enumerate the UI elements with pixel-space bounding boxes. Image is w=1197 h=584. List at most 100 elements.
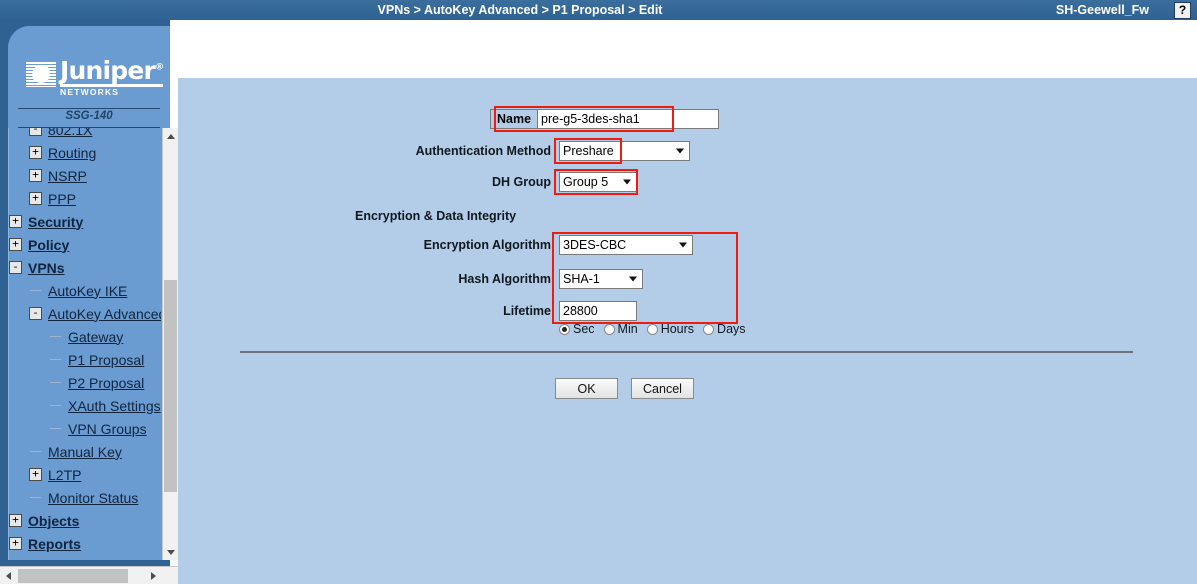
sidebar-item-autokey-ike[interactable]: AutoKey IKE bbox=[9, 279, 161, 302]
scroll-right-icon[interactable] bbox=[145, 567, 161, 584]
juniper-ssg-webui: VPNs > AutoKey Advanced > P1 Proposal > … bbox=[0, 0, 1197, 584]
lifetime-unit-sec[interactable]: Sec bbox=[559, 322, 595, 336]
hash-algorithm-select[interactable]: SHA-1 bbox=[559, 269, 643, 289]
lifetime-unit-radio-group: Sec Min Hours Days bbox=[559, 322, 746, 336]
ok-button[interactable]: OK bbox=[555, 378, 618, 399]
top-header-bar: VPNs > AutoKey Advanced > P1 Proposal > … bbox=[0, 0, 1197, 20]
sidebar-item-p1-proposal[interactable]: P1 Proposal bbox=[9, 348, 161, 371]
sidebar-item-l2tp[interactable]: + L2TP bbox=[9, 463, 161, 486]
sidebar-item-objects[interactable]: + Objects bbox=[9, 509, 161, 532]
expand-icon[interactable]: + bbox=[9, 537, 22, 550]
sidebar-item-routing[interactable]: + Routing bbox=[9, 141, 161, 164]
sidebar-item-label[interactable]: Security bbox=[25, 214, 86, 230]
sidebar-item-vpns[interactable]: - VPNs bbox=[9, 256, 161, 279]
auth-method-label: Authentication Method bbox=[415, 144, 551, 158]
sidebar-item-label[interactable]: 802.1X bbox=[45, 128, 95, 138]
scroll-up-icon[interactable] bbox=[163, 128, 178, 144]
dh-group-value: Group 5 bbox=[563, 175, 609, 189]
lifetime-unit-min[interactable]: Min bbox=[603, 322, 638, 336]
vertical-scrollbar-thumb[interactable] bbox=[164, 280, 177, 492]
radio-icon[interactable] bbox=[646, 323, 658, 335]
expand-icon[interactable]: + bbox=[29, 468, 42, 481]
lifetime-unit-days[interactable]: Days bbox=[703, 322, 746, 336]
dh-group-row: DH Group Group 5 bbox=[474, 171, 637, 193]
sidebar-item-label[interactable]: P2 Proposal bbox=[65, 375, 147, 391]
scroll-left-icon[interactable] bbox=[0, 567, 16, 584]
sidebar-item-monitor-status[interactable]: Monitor Status bbox=[9, 486, 161, 509]
sidebar-item-manual-key[interactable]: Manual Key bbox=[9, 440, 161, 463]
sidebar-item-802-1x[interactable]: -802.1X bbox=[9, 128, 161, 141]
sidebar-item-vpn-groups[interactable]: VPN Groups bbox=[9, 417, 161, 440]
lifetime-unit-hours[interactable]: Hours bbox=[646, 322, 695, 336]
sidebar-item-nsrp[interactable]: + NSRP bbox=[9, 164, 161, 187]
sidebar-item-label[interactable]: XAuth Settings bbox=[65, 398, 161, 414]
tree-branch-icon bbox=[49, 376, 62, 389]
expand-icon[interactable]: + bbox=[9, 215, 22, 228]
sidebar-item-label[interactable]: Routing bbox=[45, 145, 99, 161]
tree-branch-icon bbox=[49, 330, 62, 343]
sidebar-item-label[interactable]: NSRP bbox=[45, 168, 90, 184]
expand-icon[interactable]: + bbox=[9, 238, 22, 251]
sidebar-item-label[interactable]: P1 Proposal bbox=[65, 352, 147, 368]
sidebar-item-policy[interactable]: + Policy bbox=[9, 233, 161, 256]
sidebar-item-label[interactable]: VPN Groups bbox=[65, 421, 150, 437]
encryption-algorithm-select[interactable]: 3DES-CBC bbox=[559, 235, 693, 255]
expand-icon[interactable]: + bbox=[29, 146, 42, 159]
dh-group-label: DH Group bbox=[491, 175, 551, 189]
sidebar-item-reports[interactable]: + Reports bbox=[9, 532, 161, 555]
sidebar-horizontal-scrollbar[interactable] bbox=[0, 566, 178, 584]
expand-icon[interactable]: + bbox=[29, 192, 42, 205]
sidebar-item-label[interactable]: Manual Key bbox=[45, 444, 125, 460]
sidebar-item-autokey-advanced[interactable]: - AutoKey Advanced bbox=[9, 302, 161, 325]
sidebar-item-label[interactable]: PPP bbox=[45, 191, 79, 207]
sidebar-item-label[interactable]: AutoKey IKE bbox=[45, 283, 130, 299]
expand-icon[interactable]: + bbox=[9, 514, 22, 527]
logo-subtitle: NETWORKS bbox=[60, 84, 164, 97]
expand-icon[interactable]: + bbox=[29, 169, 42, 182]
navigation-tree: -802.1X + Routing + NSRP + PPP + Security + Policy… bbox=[9, 128, 161, 560]
lifetime-label: Lifetime bbox=[503, 304, 551, 318]
breadcrumb: VPNs > AutoKey Advanced > P1 Proposal > … bbox=[377, 3, 663, 17]
hash-algorithm-value: SHA-1 bbox=[563, 272, 600, 286]
auth-method-select[interactable]: Preshare bbox=[559, 141, 690, 161]
lifetime-input[interactable] bbox=[559, 301, 637, 321]
sidebar-vertical-scrollbar[interactable] bbox=[162, 128, 178, 560]
tree-branch-icon bbox=[49, 399, 62, 412]
sidebar-item-wizards[interactable]: +Wizards bbox=[9, 555, 161, 561]
sidebar-item-gateway[interactable]: Gateway bbox=[9, 325, 161, 348]
sidebar-item-label[interactable]: Objects bbox=[25, 513, 82, 529]
content-white-band bbox=[178, 20, 1197, 78]
device-model-block: SSG-140 bbox=[8, 108, 170, 128]
encryption-algorithm-row: Encryption Algorithm 3DES-CBC bbox=[396, 234, 693, 256]
sidebar-item-label[interactable]: Wizards bbox=[25, 559, 85, 561]
help-icon[interactable]: ? bbox=[1174, 2, 1191, 19]
collapse-icon[interactable]: - bbox=[9, 261, 22, 274]
tree-branch-icon bbox=[29, 491, 42, 504]
sidebar-item-label[interactable]: Monitor Status bbox=[45, 490, 141, 506]
sidebar-item-label[interactable]: Gateway bbox=[65, 329, 126, 345]
sidebar-item-label[interactable]: L2TP bbox=[45, 467, 84, 483]
sidebar-item-label[interactable]: Reports bbox=[25, 536, 84, 552]
radio-icon[interactable] bbox=[603, 323, 615, 335]
sidebar-item-label[interactable]: VPNs bbox=[25, 260, 68, 276]
radio-icon[interactable] bbox=[559, 323, 570, 335]
scroll-down-icon[interactable] bbox=[163, 544, 178, 560]
lifetime-unit-label: Hours bbox=[660, 322, 695, 336]
p1-proposal-edit-form: Name Authentication Method Preshare DH G… bbox=[178, 78, 1197, 584]
sidebar-item-xauth-settings[interactable]: XAuth Settings bbox=[9, 394, 161, 417]
sidebar-item-label[interactable]: AutoKey Advanced bbox=[45, 306, 161, 322]
cancel-button[interactable]: Cancel bbox=[631, 378, 694, 399]
sidebar-item-security[interactable]: + Security bbox=[9, 210, 161, 233]
encryption-algorithm-label: Encryption Algorithm bbox=[423, 238, 551, 252]
sidebar-item-ppp[interactable]: + PPP bbox=[9, 187, 161, 210]
dh-group-select[interactable]: Group 5 bbox=[559, 172, 637, 192]
juniper-logo: Juniper® NETWORKS bbox=[8, 26, 170, 112]
juniper-logo-icon bbox=[26, 61, 56, 87]
sidebar-item-label[interactable]: Policy bbox=[25, 237, 72, 253]
collapse-icon[interactable]: - bbox=[29, 128, 42, 136]
name-input[interactable] bbox=[537, 109, 720, 129]
radio-icon[interactable] bbox=[703, 323, 715, 335]
collapse-icon[interactable]: - bbox=[29, 307, 42, 320]
sidebar-item-p2-proposal[interactable]: P2 Proposal bbox=[9, 371, 161, 394]
horizontal-scrollbar-thumb[interactable] bbox=[18, 569, 128, 583]
